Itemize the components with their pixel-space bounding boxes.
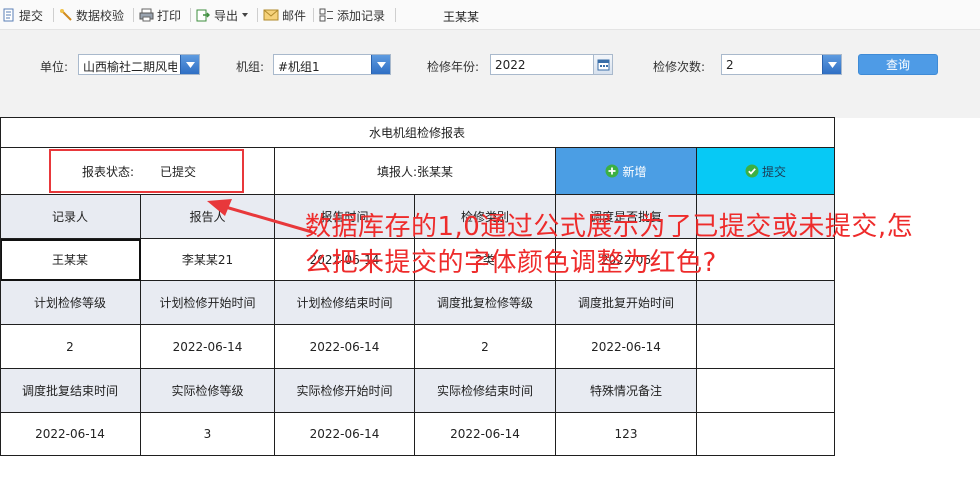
value-cell[interactable]: 2 bbox=[0, 325, 141, 369]
toolbar-submit-button[interactable]: 提交 bbox=[2, 6, 43, 24]
value-cell[interactable]: 2022-06-14 bbox=[556, 325, 697, 369]
calendar-icon bbox=[597, 59, 609, 71]
header-cell: 实际检修开始时间 bbox=[275, 369, 415, 413]
header-cell bbox=[697, 281, 835, 325]
toolbar-mail-button[interactable]: 邮件 bbox=[263, 6, 306, 24]
plus-circle-icon bbox=[605, 164, 619, 178]
count-select-dropdown-button[interactable] bbox=[822, 55, 841, 74]
mail-icon bbox=[263, 9, 279, 21]
toolbar-validate-button[interactable]: 数据校验 bbox=[59, 6, 124, 24]
value-cell[interactable]: 3 bbox=[141, 413, 275, 456]
query-panel: 单位: 山西榆社二期风电 机组: #机组1 检修年份: 2022 检修次数: 2… bbox=[0, 30, 980, 118]
value-cell[interactable] bbox=[697, 325, 835, 369]
annotation-line-2: 么把未提交的字体颜色调整为红色? bbox=[305, 248, 717, 278]
year-label: 检修年份: bbox=[427, 60, 480, 74]
toolbar: 提交 数据校验 打印 导出 邮件 添加记录 王某某 bbox=[0, 0, 980, 30]
document-icon bbox=[3, 8, 14, 22]
year-picker-value: 2022 bbox=[495, 58, 526, 72]
report-filler: 填报人:张某某 bbox=[275, 148, 556, 195]
toolbar-export-button[interactable]: 导出 bbox=[196, 6, 252, 24]
printer-icon bbox=[139, 8, 154, 22]
value-cell[interactable]: 2022-06-14 bbox=[275, 325, 415, 369]
header-cell: 计划检修开始时间 bbox=[141, 281, 275, 325]
header-cell bbox=[697, 369, 835, 413]
unit-select-value: 山西榆社二期风电 bbox=[83, 60, 177, 74]
toolbar-divider bbox=[190, 8, 191, 22]
toolbar-validate-label: 数据校验 bbox=[76, 8, 125, 23]
toolbar-mail-label: 邮件 bbox=[282, 8, 307, 23]
unit-no-label: 机组: bbox=[236, 60, 265, 74]
toolbar-divider bbox=[313, 8, 314, 22]
count-select[interactable]: 2 bbox=[721, 54, 842, 75]
toolbar-divider bbox=[53, 8, 54, 22]
toolbar-divider bbox=[133, 8, 134, 22]
header-cell: 报告人 bbox=[141, 195, 275, 239]
submit-button-label: 提交 bbox=[761, 164, 786, 179]
count-select-value: 2 bbox=[726, 58, 734, 72]
check-circle-icon bbox=[745, 164, 759, 178]
unit-select[interactable]: 山西榆社二期风电 bbox=[78, 54, 200, 75]
add-button-label: 新增 bbox=[622, 164, 647, 179]
header-cell: 计划检修等级 bbox=[0, 281, 141, 325]
add-button[interactable]: 新增 bbox=[556, 148, 697, 195]
chevron-down-icon bbox=[185, 61, 195, 68]
header-cell: 记录人 bbox=[0, 195, 141, 239]
header-cell: 调度批复开始时间 bbox=[556, 281, 697, 325]
annotation-question: 数据库存的1,0通过公式展示为了已提交或未提交,怎 么把未提交的字体颜色调整为红… bbox=[305, 209, 975, 281]
toolbar-print-button[interactable]: 打印 bbox=[139, 6, 181, 24]
header-cell: 实际检修结束时间 bbox=[415, 369, 556, 413]
toolbar-divider bbox=[257, 8, 258, 22]
year-picker[interactable]: 2022 bbox=[490, 54, 613, 75]
unit-no-select-value: #机组1 bbox=[278, 60, 320, 74]
report-title: 水电机组检修报表 bbox=[0, 117, 835, 148]
count-label: 检修次数: bbox=[653, 60, 706, 74]
toolbar-print-label: 打印 bbox=[157, 8, 182, 23]
check-wand-icon bbox=[60, 9, 72, 21]
value-cell[interactable]: 123 bbox=[556, 413, 697, 456]
value-cell[interactable]: 李某某21 bbox=[141, 239, 275, 281]
toolbar-divider bbox=[395, 8, 396, 22]
value-cell[interactable]: 2 bbox=[415, 325, 556, 369]
report-status-label: 报表状态: bbox=[82, 164, 135, 179]
value-cell[interactable] bbox=[697, 413, 835, 456]
export-icon bbox=[196, 9, 210, 22]
header-cell: 实际检修等级 bbox=[141, 369, 275, 413]
unit-select-dropdown-button[interactable] bbox=[180, 55, 199, 74]
value-cell[interactable]: 2022-06-14 bbox=[0, 413, 141, 456]
chevron-down-icon bbox=[827, 61, 837, 68]
search-button[interactable]: 查询 bbox=[858, 54, 938, 75]
header-cell: 计划检修结束时间 bbox=[275, 281, 415, 325]
value-cell[interactable]: 王某某 bbox=[0, 239, 141, 281]
toolbar-export-label: 导出 bbox=[214, 8, 239, 23]
calendar-button[interactable] bbox=[593, 55, 612, 74]
report-status-cell: 报表状态: 已提交 bbox=[0, 148, 275, 195]
unit-label: 单位: bbox=[40, 60, 69, 74]
header-cell: 调度批复结束时间 bbox=[0, 369, 141, 413]
chevron-down-icon bbox=[376, 61, 386, 68]
chevron-down-icon bbox=[242, 13, 249, 17]
toolbar-current-user: 王某某 bbox=[443, 10, 480, 24]
header-cell: 调度批复检修等级 bbox=[415, 281, 556, 325]
header-cell: 特殊情况备注 bbox=[556, 369, 697, 413]
value-cell[interactable]: 2022-06-14 bbox=[275, 413, 415, 456]
value-cell[interactable]: 2022-06-14 bbox=[141, 325, 275, 369]
add-record-icon bbox=[319, 8, 333, 22]
value-cell[interactable]: 2022-06-14 bbox=[415, 413, 556, 456]
report-status-value: 已提交 bbox=[160, 164, 197, 179]
annotation-line-1: 数据库存的1,0通过公式展示为了已提交或未提交,怎 bbox=[305, 212, 914, 242]
unit-no-select-dropdown-button[interactable] bbox=[371, 55, 390, 74]
toolbar-add-record-label: 添加记录 bbox=[337, 8, 386, 23]
submit-button[interactable]: 提交 bbox=[697, 148, 835, 195]
unit-no-select[interactable]: #机组1 bbox=[273, 54, 391, 75]
toolbar-submit-label: 提交 bbox=[19, 8, 44, 23]
toolbar-add-record-button[interactable]: 添加记录 bbox=[319, 6, 385, 24]
